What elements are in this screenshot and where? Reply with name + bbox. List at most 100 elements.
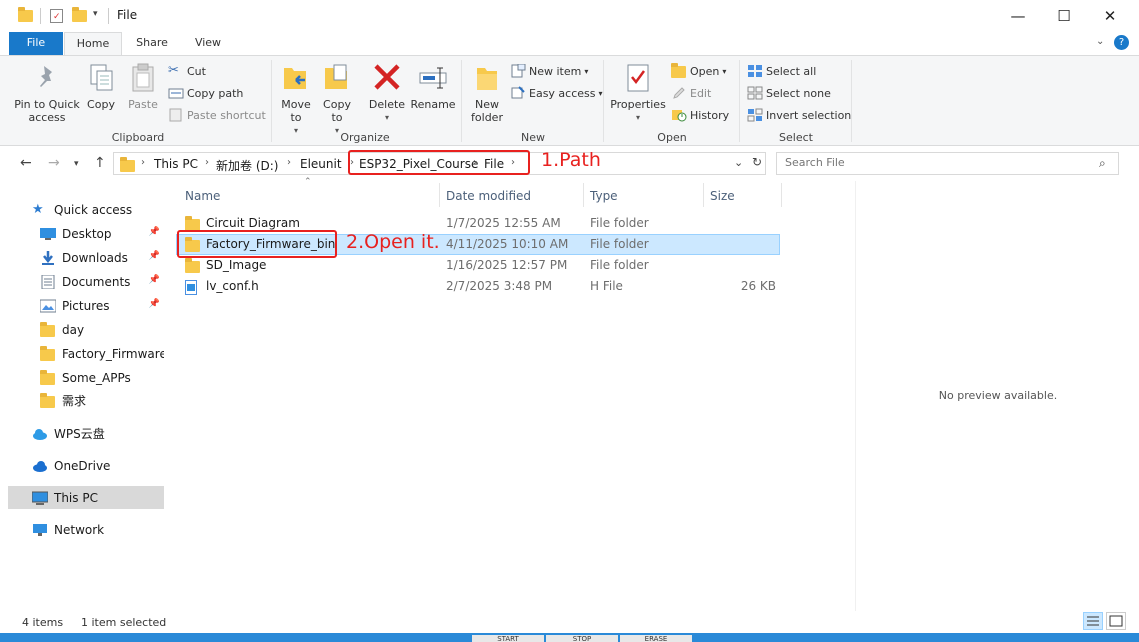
customize-toolbar-icon[interactable]: ▾ [93,9,98,19]
nav-factory-firmware[interactable]: Factory_Firmware_b [8,342,164,365]
column-header-size[interactable]: Size [710,189,735,203]
history-label: History [690,108,730,122]
edit-button[interactable]: Edit [671,84,711,102]
copy-to-icon [322,62,352,94]
recent-locations-icon[interactable]: ▾ [74,159,79,169]
pin-icon [32,62,62,94]
document-icon [40,274,56,289]
clipboard-group-label: Clipboard [111,131,165,144]
nav-network[interactable]: Network [8,518,164,541]
select-all-label: Select all [766,64,817,78]
pin-icon: 📌 [148,251,160,261]
back-arrow-icon[interactable]: ← [20,155,32,171]
delete-button[interactable]: Delete ▾ [367,62,407,124]
nav-day[interactable]: day [8,318,164,341]
column-header-type[interactable]: Type [590,189,618,203]
paste-button[interactable]: Paste [125,62,161,111]
nav-onedrive[interactable]: OneDrive [8,454,164,477]
tab-home[interactable]: Home [64,32,122,55]
breadcrumb-eleunit[interactable]: Eleunit [300,157,342,171]
tab-file[interactable]: File [9,32,63,55]
minimize-button[interactable]: — [995,0,1041,32]
large-icons-view-icon[interactable] [1106,612,1126,630]
copy-to-button[interactable]: Copy to ▾ [320,62,354,137]
nav-label: This PC [54,490,98,505]
nav-downloads[interactable]: Downloads 📌 [8,246,164,269]
new-item-button[interactable]: New item ▾ [510,62,588,80]
forward-arrow-icon[interactable]: → [48,155,60,171]
column-divider[interactable] [703,183,704,207]
history-icon [671,108,687,122]
history-button[interactable]: History [671,106,729,124]
close-button[interactable]: ✕ [1087,0,1133,32]
new-folder-button[interactable]: New folder [468,62,506,124]
breadcrumb-this-pc[interactable]: This PC [154,157,198,171]
erase-button[interactable]: ERASE [620,635,692,642]
tab-view[interactable]: View [182,32,234,55]
nav-label: Desktop [62,226,112,241]
rename-button[interactable]: Rename [410,62,456,111]
column-header-name[interactable]: Name [185,189,220,203]
search-icon[interactable]: ⌕ [1099,156,1106,171]
properties-icon[interactable]: ✓ [50,8,64,24]
breadcrumb-drive[interactable]: 新加卷 (D:) [216,157,278,174]
up-arrow-icon[interactable]: ↑ [94,155,106,171]
search-input[interactable] [785,156,1085,169]
dropdown-arrow-icon: ▾ [598,88,603,98]
select-all-button[interactable]: Select all [747,62,816,80]
pin-icon: 📌 [148,227,160,237]
onedrive-icon [32,459,48,473]
stop-button[interactable]: STOP [546,635,618,642]
new-folder-icon[interactable] [72,7,87,24]
column-divider[interactable] [781,183,782,207]
copy-path-button[interactable]: Copy path [168,84,243,102]
maximize-button[interactable]: ☐ [1041,0,1087,32]
nav-label: Some_APPs [62,370,131,385]
folder-icon [18,7,33,24]
column-divider[interactable] [439,183,440,207]
column-divider[interactable] [583,183,584,207]
file-row[interactable]: SD_Image 1/16/2025 12:57 PM File folder [176,255,780,276]
delete-label: Delete [368,98,406,111]
cut-button[interactable]: ✂ Cut [168,62,206,80]
copy-path-icon [168,86,184,100]
organize-group-label: Organize [340,131,390,144]
properties-button[interactable]: Properties ▾ [610,62,666,124]
scissors-icon: ✂ [168,63,179,78]
nav-documents[interactable]: Documents 📌 [8,270,164,293]
folder-icon [120,157,135,172]
nav-desktop[interactable]: Desktop 📌 [8,222,164,245]
nav-xuqiu[interactable]: 需求 [8,389,164,412]
select-none-button[interactable]: Select none [747,84,831,102]
refresh-icon[interactable]: ↻ [752,155,762,169]
pin-to-quick-access-button[interactable]: Pin to Quick access [12,62,82,124]
start-button[interactable]: START [472,635,544,642]
column-header-date[interactable]: Date modified [446,189,531,203]
nav-pictures[interactable]: Pictures 📌 [8,294,164,317]
address-dropdown-icon[interactable]: ⌄ [734,156,743,169]
open-button[interactable]: Open ▾ [671,62,726,80]
copy-button[interactable]: Copy [84,62,118,111]
copy-to-label: Copy to [323,98,351,124]
tab-share[interactable]: Share [126,32,178,55]
nav-label: WPS云盘 [54,427,105,441]
nav-this-pc[interactable]: This PC [8,486,164,509]
file-date: 2/7/2025 3:48 PM [446,279,553,293]
new-folder-icon [472,62,502,94]
collapse-ribbon-icon[interactable]: ⌄ [1096,36,1104,47]
file-size: 26 KB [740,279,776,293]
nav-quick-access[interactable]: ★ Quick access [8,198,164,221]
invert-selection-button[interactable]: Invert selection [747,106,851,124]
paste-shortcut-button[interactable]: Paste shortcut [168,106,266,124]
cloud-icon [32,427,48,441]
move-to-button[interactable]: Move to ▾ [279,62,313,137]
nav-some-apps[interactable]: Some_APPs [8,366,164,389]
nav-wps-cloud[interactable]: WPS云盘 [8,422,164,445]
file-row[interactable]: lv_conf.h 2/7/2025 3:48 PM H File 26 KB [176,276,780,297]
group-divider [461,60,462,142]
help-icon[interactable]: ? [1114,35,1129,50]
easy-access-button[interactable]: Easy access ▾ [510,84,603,102]
dropdown-arrow-icon: ▾ [584,66,589,76]
search-box[interactable]: ⌕ [776,152,1119,175]
details-view-icon[interactable] [1083,612,1103,630]
